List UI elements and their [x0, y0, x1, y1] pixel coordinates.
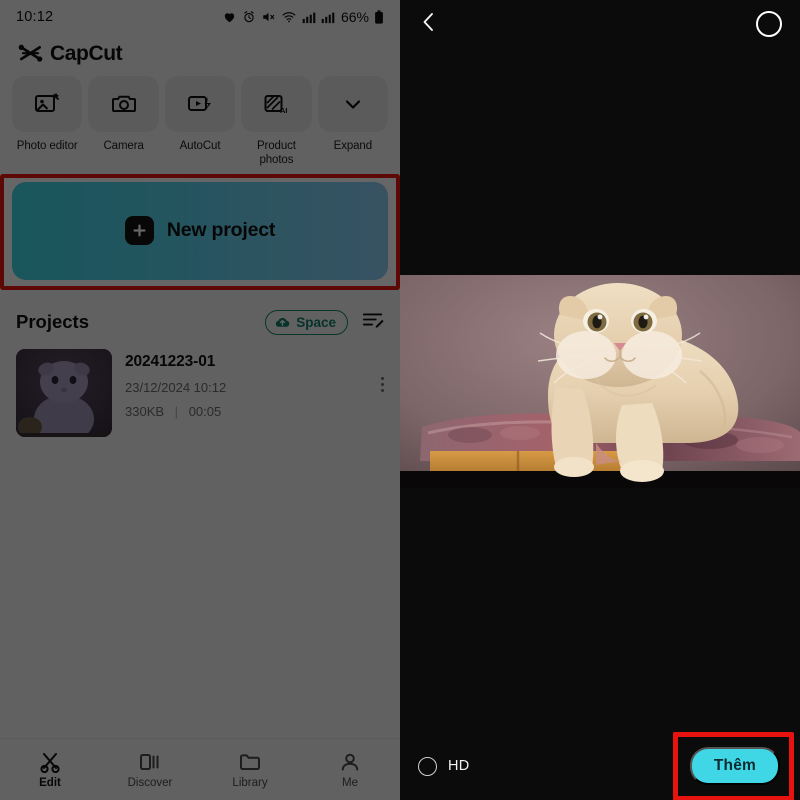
folder-icon	[240, 753, 260, 770]
preview-top-bar	[400, 0, 800, 48]
preview-bottom-bar: HD Thêm	[400, 732, 800, 800]
project-size-duration: 330KB | 00:05	[125, 404, 368, 419]
hd-toggle[interactable]: HD	[418, 756, 470, 776]
project-name: 20241223-01	[125, 352, 216, 370]
select-circle-icon[interactable]	[756, 11, 782, 37]
nav-label: Discover	[127, 776, 173, 789]
chevron-left-icon[interactable]	[418, 10, 440, 39]
heart-icon	[224, 13, 235, 23]
tool-tile	[88, 76, 159, 132]
scottish-fold-cat-photo	[400, 275, 800, 488]
tool-label: Product photos	[256, 140, 296, 167]
battery-percent: 66%	[340, 9, 369, 25]
product-photos-ai-icon: AI	[264, 95, 288, 115]
project-duration: 00:05	[188, 403, 222, 419]
projects-actions: Space	[265, 309, 384, 335]
nav-item-me[interactable]: Me	[300, 751, 400, 789]
svg-text:AI: AI	[280, 106, 288, 115]
wifi-icon	[282, 12, 296, 23]
tool-photo-editor[interactable]: Photo editor	[12, 76, 83, 168]
tool-camera[interactable]: Camera	[88, 76, 159, 168]
space-button-label: Space	[296, 314, 336, 330]
person-icon	[341, 753, 359, 770]
tool-tile	[164, 76, 236, 132]
brand-name: CapCut	[50, 42, 123, 65]
project-size: 330KB	[125, 403, 165, 419]
status-icon-group: 66%	[222, 9, 384, 25]
scissors-icon	[40, 752, 60, 773]
capcut-logo-icon	[18, 44, 43, 62]
project-datetime: 23/12/2024 10:12	[125, 379, 227, 395]
photo-editor-icon	[35, 93, 60, 112]
tool-label: Expand	[333, 140, 373, 152]
media-preview-panel: HD Thêm	[400, 0, 800, 800]
tool-tile: AI	[241, 76, 312, 132]
tool-expand[interactable]: Expand	[317, 76, 389, 168]
autocut-icon	[187, 96, 211, 111]
nav-item-edit[interactable]: Edit	[0, 751, 100, 789]
status-bar: 10:12 66%	[0, 0, 400, 34]
nav-label: Edit	[39, 776, 61, 789]
split-screenshot: 10:12 66% CapCut Photo editor Camera Aut…	[0, 0, 800, 800]
new-project-button[interactable]: New project	[12, 181, 388, 280]
signal-bars-2-icon	[321, 12, 335, 23]
cat-thumbnail-image	[16, 348, 112, 437]
project-thumbnail	[16, 348, 112, 437]
status-time: 10:12	[16, 9, 54, 25]
nav-label: Library	[232, 776, 268, 789]
tool-tile	[317, 76, 389, 132]
brand-row: CapCut	[0, 34, 400, 72]
plus-icon	[124, 216, 154, 246]
nav-item-library[interactable]: Library	[200, 751, 300, 789]
add-confirm-button[interactable]: Thêm	[689, 747, 780, 785]
tool-tile	[12, 76, 83, 132]
tool-autocut[interactable]: AutoCut	[164, 76, 236, 168]
sort-edit-icon[interactable]	[362, 311, 384, 333]
kebab-menu-icon[interactable]	[380, 349, 384, 393]
new-project-label: New project	[166, 219, 276, 242]
hd-label: HD	[448, 758, 470, 774]
project-meta-separator: |	[174, 403, 179, 419]
alarm-icon	[244, 11, 254, 23]
battery-icon	[375, 10, 383, 24]
capcut-home-panel: 10:12 66% CapCut Photo editor Camera Aut…	[0, 0, 400, 800]
project-list-item[interactable]: 20241223-01 23/12/2024 10:12 330KB | 00:…	[0, 335, 400, 437]
chevron-down-icon	[345, 100, 360, 109]
projects-title: Projects	[16, 311, 90, 333]
signal-bars-icon	[302, 12, 316, 23]
tool-label: AutoCut	[179, 140, 221, 152]
cloud-upload-icon	[276, 317, 290, 327]
space-button[interactable]: Space	[265, 309, 348, 335]
discover-icon	[140, 753, 159, 770]
camera-icon	[111, 95, 136, 112]
preview-stage[interactable]	[400, 275, 800, 488]
new-project-area: New project	[0, 173, 400, 290]
nav-label: Me	[342, 776, 358, 789]
tool-label: Camera	[103, 140, 144, 152]
confirm-button-area: Thêm	[672, 732, 794, 800]
radio-unchecked-icon[interactable]	[418, 756, 437, 776]
bottom-nav: Edit Discover Library Me	[0, 738, 400, 800]
tool-label: Photo editor	[16, 140, 78, 152]
mute-icon	[263, 12, 275, 22]
tool-product-photos[interactable]: AI Product photos	[241, 76, 312, 168]
nav-item-discover[interactable]: Discover	[100, 751, 200, 789]
project-info: 20241223-01 23/12/2024 10:12 330KB | 00:…	[125, 349, 368, 419]
tools-row: Photo editor Camera AutoCut AI Product p…	[0, 72, 400, 168]
projects-header: Projects Space	[0, 309, 400, 335]
